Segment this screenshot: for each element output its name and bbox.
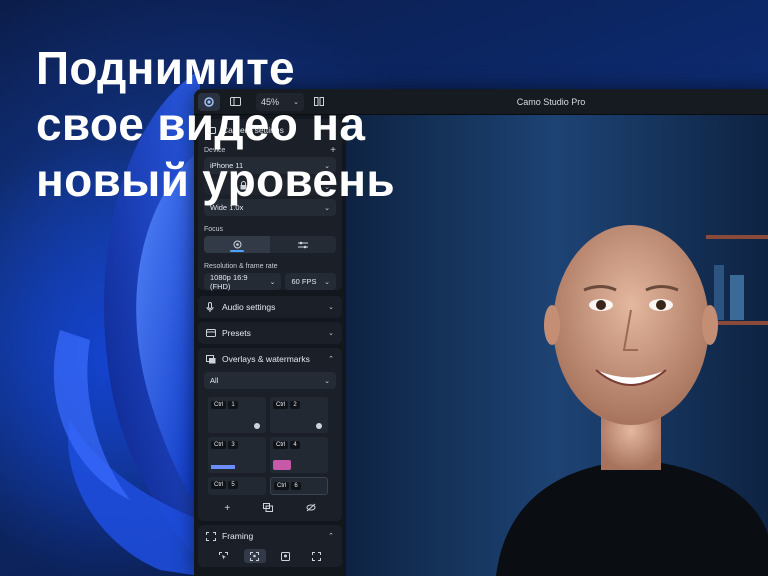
face-frame-icon — [281, 551, 290, 561]
headline-line-2: свое видео на — [36, 98, 366, 150]
overlay-tile[interactable]: Ctrl 1 — [208, 397, 266, 433]
auto-focus-button[interactable] — [204, 236, 270, 253]
resolution-label: Resolution & frame rate — [204, 263, 278, 270]
resolution-value: 1080p 16:9 (FHD) — [210, 272, 248, 291]
chevron-up-icon: ⌃ — [328, 533, 334, 540]
overlay-icon — [206, 354, 216, 364]
chevron-down-icon: ⌄ — [328, 330, 334, 337]
face-framing-button[interactable] — [275, 549, 297, 563]
framing-icon — [206, 531, 216, 541]
lower-third-preview — [211, 465, 235, 469]
duplicate-overlay-icon[interactable] — [262, 503, 273, 515]
shortcut-keys: Ctrl 1 — [211, 401, 238, 409]
audio-settings-label: Audio settings — [222, 302, 276, 312]
auto-framing-button[interactable] — [306, 549, 328, 563]
fps-value: 60 FPS — [291, 277, 317, 286]
sliders-icon — [298, 241, 308, 248]
shortcut-keys: Ctrl 2 — [273, 401, 300, 409]
overlays-header[interactable]: Overlays & watermarks ⌃ — [198, 348, 342, 370]
resolution-select[interactable]: 1080p 16:9 (FHD) ⌄ — [204, 272, 282, 291]
overlay-tile[interactable]: Ctrl 3 — [208, 437, 266, 473]
presets-label: Presets — [222, 328, 251, 338]
headline-line-3: новый уровень — [36, 154, 395, 206]
overlay-preview-icon — [316, 423, 322, 429]
framing-label: Framing — [222, 531, 254, 541]
focus-toggle — [204, 236, 336, 253]
badge-preview — [273, 460, 291, 470]
auto-frame-icon — [312, 551, 321, 561]
focus-label: Focus — [204, 226, 224, 233]
overlay-filter-value: All — [210, 376, 219, 385]
presets-card[interactable]: Presets ⌄ — [198, 322, 342, 344]
chevron-down-icon: ⌄ — [324, 377, 330, 385]
framing-header[interactable]: Framing ⌃ — [198, 525, 342, 547]
microphone-icon — [206, 302, 216, 312]
promo-headline: Поднимите свое видео на новый уровень — [36, 40, 456, 208]
center-framing-button[interactable] — [243, 549, 266, 563]
shortcut-keys: Ctrl 3 — [211, 441, 238, 449]
audio-settings-card[interactable]: Audio settings ⌄ — [198, 296, 342, 318]
add-overlay-icon[interactable]: + — [224, 503, 230, 515]
framing-card: Framing ⌃ — [198, 525, 342, 567]
hide-overlays-icon[interactable] — [306, 503, 316, 515]
fps-select[interactable]: 60 FPS ⌄ — [285, 273, 336, 290]
audio-settings-header[interactable]: Audio settings ⌄ — [198, 296, 342, 318]
overlay-tile[interactable]: Ctrl 4 — [270, 437, 328, 473]
headline-line-1: Поднимите — [36, 42, 295, 94]
presets-icon — [206, 328, 216, 338]
resolution-row: 1080p 16:9 (FHD) ⌄ 60 FPS ⌄ — [204, 272, 336, 291]
chevron-down-icon: ⌄ — [269, 278, 276, 286]
overlay-toolbar: + — [198, 499, 342, 521]
cursor-frame-icon — [219, 551, 228, 559]
manual-focus-button[interactable] — [270, 236, 336, 253]
overlay-grid: Ctrl 1 Ctrl 2 Ctrl 3 Ctrl 4 Ctrl 5 Ctrl … — [198, 393, 342, 499]
manual-framing-button[interactable] — [213, 549, 235, 563]
person-frame-icon — [250, 551, 259, 561]
shortcut-keys: Ctrl 5 — [211, 481, 238, 489]
overlay-tile[interactable]: Ctrl 6 — [270, 477, 328, 495]
target-icon — [233, 240, 241, 249]
overlay-tile[interactable]: Ctrl 2 — [270, 397, 328, 433]
overlays-label: Overlays & watermarks — [222, 354, 310, 364]
overlays-card: Overlays & watermarks ⌃ All ⌄ Ctrl 1 Ctrl… — [198, 348, 342, 521]
overlay-preview-icon — [254, 423, 260, 429]
framing-tools — [198, 547, 342, 567]
chevron-up-icon: ⌃ — [328, 356, 334, 363]
chevron-down-icon: ⌄ — [328, 304, 334, 311]
shortcut-keys: Ctrl 4 — [273, 441, 300, 449]
chevron-down-icon: ⌄ — [324, 278, 330, 286]
shortcut-keys: Ctrl 6 — [274, 482, 301, 490]
overlay-filter-select[interactable]: All ⌄ — [204, 372, 336, 389]
overlay-tile[interactable]: Ctrl 5 — [208, 477, 266, 495]
presets-header[interactable]: Presets ⌄ — [198, 322, 342, 344]
